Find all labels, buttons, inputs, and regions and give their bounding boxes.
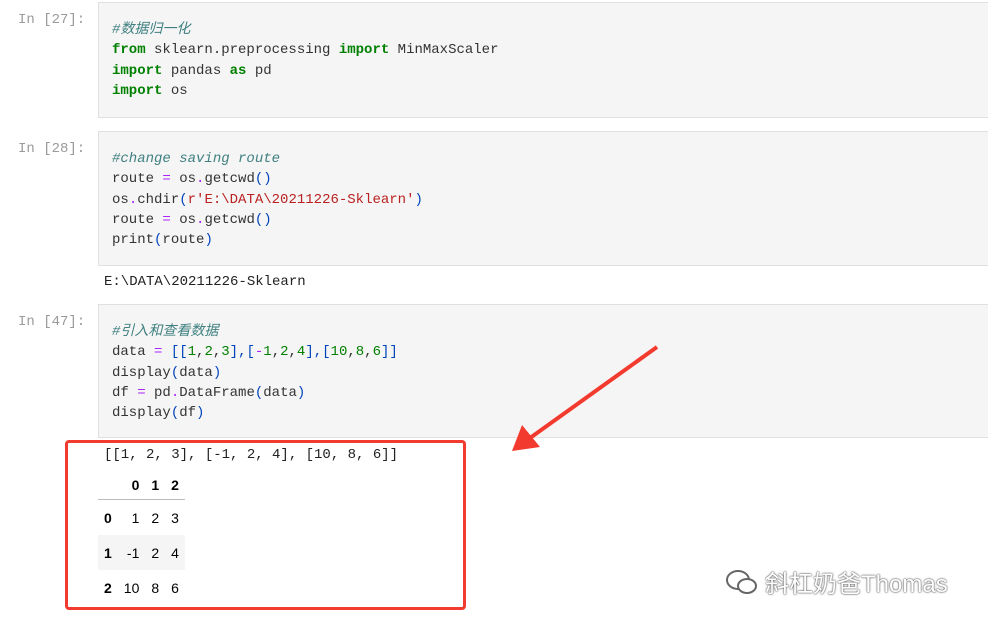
watermark-text: 斜杠奶爸Thomas xyxy=(765,571,948,598)
arrow-icon xyxy=(528,345,659,440)
arrow-head-icon xyxy=(512,425,540,451)
wechat-icon xyxy=(726,569,757,594)
arrow-annotation xyxy=(512,345,659,451)
watermark: 斜杠奶爸Thomas xyxy=(725,564,948,599)
